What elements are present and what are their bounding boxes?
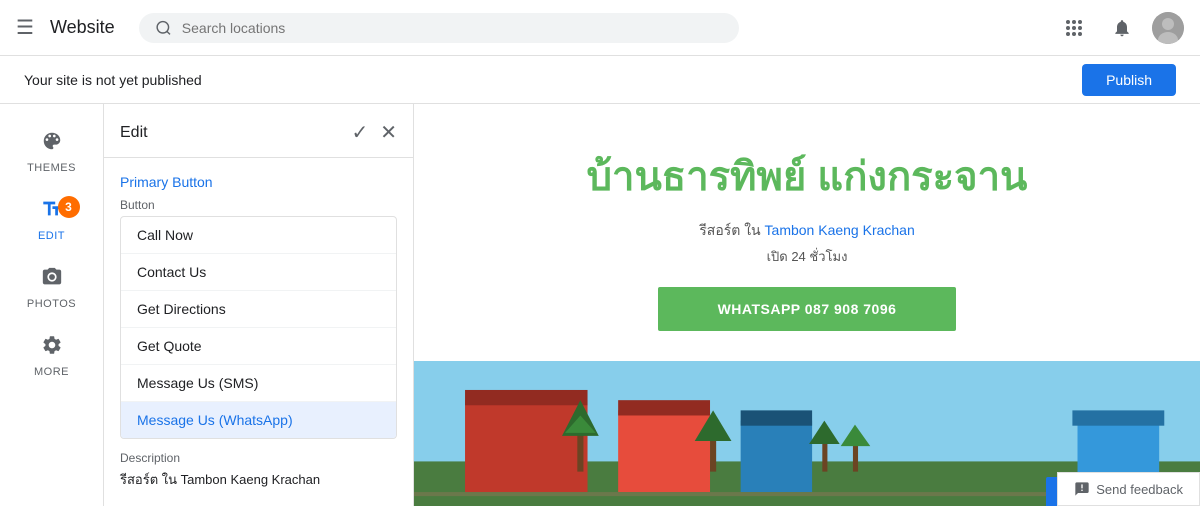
edit-panel-content: Primary Button Button Call Now Contact U… <box>104 158 413 506</box>
apps-button[interactable] <box>1056 10 1092 46</box>
search-icon <box>155 19 172 37</box>
app-title: Website <box>50 17 115 38</box>
dropdown-item-contact-us[interactable]: Contact Us <box>121 254 396 291</box>
topbar-right <box>1056 10 1184 46</box>
description-value: รีสอร์ต ใน Tambon Kaeng Krachan <box>120 469 397 490</box>
preview-area: บ้านธารทิพย์ แก่งกระจาน รีสอร์ต ใน Tambo… <box>414 104 1200 506</box>
edit-badge: 3 <box>58 196 80 218</box>
search-input[interactable] <box>182 20 723 36</box>
hero-hours: เปิด 24 ชั่วโมง <box>434 246 1180 267</box>
confirm-button[interactable]: ✓ <box>351 120 368 145</box>
button-type-dropdown: Call Now Contact Us Get Directions Get Q… <box>120 216 397 439</box>
dropdown-item-message-sms[interactable]: Message Us (SMS) <box>121 365 396 402</box>
camera-icon <box>41 266 63 294</box>
hero-subtitle: รีสอร์ต ใน Tambon Kaeng Krachan <box>434 220 1180 242</box>
send-feedback-label: Send feedback <box>1096 482 1183 497</box>
sidebar-item-photos[interactable]: PHOTOS <box>12 256 92 320</box>
sidebar-item-edit[interactable]: 3 EDIT <box>12 188 92 252</box>
settings-icon <box>41 334 63 362</box>
sidebar-item-more[interactable]: MORE <box>12 324 92 388</box>
sidebar: THEMES 3 EDIT PHOTOS <box>0 104 104 506</box>
sidebar-item-photos-label: PHOTOS <box>27 298 76 310</box>
send-feedback-button[interactable]: Send feedback <box>1057 472 1200 506</box>
hero-content: บ้านธารทิพย์ แก่งกระจาน รีสอร์ต ใน Tambo… <box>414 104 1200 361</box>
edit-panel-header: Edit ✓ ✕ <box>104 104 413 158</box>
avatar[interactable] <box>1152 12 1184 44</box>
hero-subtitle-prefix: รีสอร์ต ใน <box>699 222 760 238</box>
sidebar-item-themes-label: THEMES <box>27 162 76 174</box>
menu-icon[interactable]: ☰ <box>16 15 34 40</box>
edit-panel: Edit ✓ ✕ Primary Button Button Call Now … <box>104 104 414 506</box>
dropdown-item-get-directions[interactable]: Get Directions <box>121 291 396 328</box>
sidebar-item-more-label: MORE <box>34 366 69 378</box>
edit-panel-title: Edit <box>120 124 148 142</box>
edit-panel-actions: ✓ ✕ <box>351 120 397 145</box>
publish-button[interactable]: Publish <box>1082 64 1176 96</box>
dropdown-item-get-quote[interactable]: Get Quote <box>121 328 396 365</box>
search-bar[interactable] <box>139 13 739 43</box>
notification-text: Your site is not yet published <box>24 72 202 88</box>
hero-title: บ้านธารทิพย์ แก่งกระจาน <box>434 144 1180 208</box>
dropdown-item-message-whatsapp[interactable]: Message Us (WhatsApp) <box>121 402 396 438</box>
notifications-icon <box>1112 18 1132 38</box>
button-section-label: Button <box>120 198 397 212</box>
apps-icon <box>1066 20 1082 36</box>
hero-subtitle-link[interactable]: Tambon Kaeng Krachan <box>765 222 915 238</box>
palette-icon <box>41 130 63 158</box>
hero-cta-button[interactable]: WHATSAPP 087 908 7096 <box>658 287 957 331</box>
feedback-icon <box>1074 481 1090 497</box>
close-button[interactable]: ✕ <box>380 120 397 145</box>
notification-bar: Your site is not yet published Publish <box>0 56 1200 104</box>
topbar: ☰ Website <box>0 0 1200 56</box>
primary-button-label: Primary Button <box>120 174 397 190</box>
sidebar-item-themes[interactable]: THEMES <box>12 120 92 184</box>
main-area: THEMES 3 EDIT PHOTOS <box>0 104 1200 506</box>
sidebar-item-edit-label: EDIT <box>38 230 65 242</box>
dropdown-item-call-now[interactable]: Call Now <box>121 217 396 254</box>
notifications-button[interactable] <box>1104 10 1140 46</box>
description-label: Description <box>120 451 397 465</box>
